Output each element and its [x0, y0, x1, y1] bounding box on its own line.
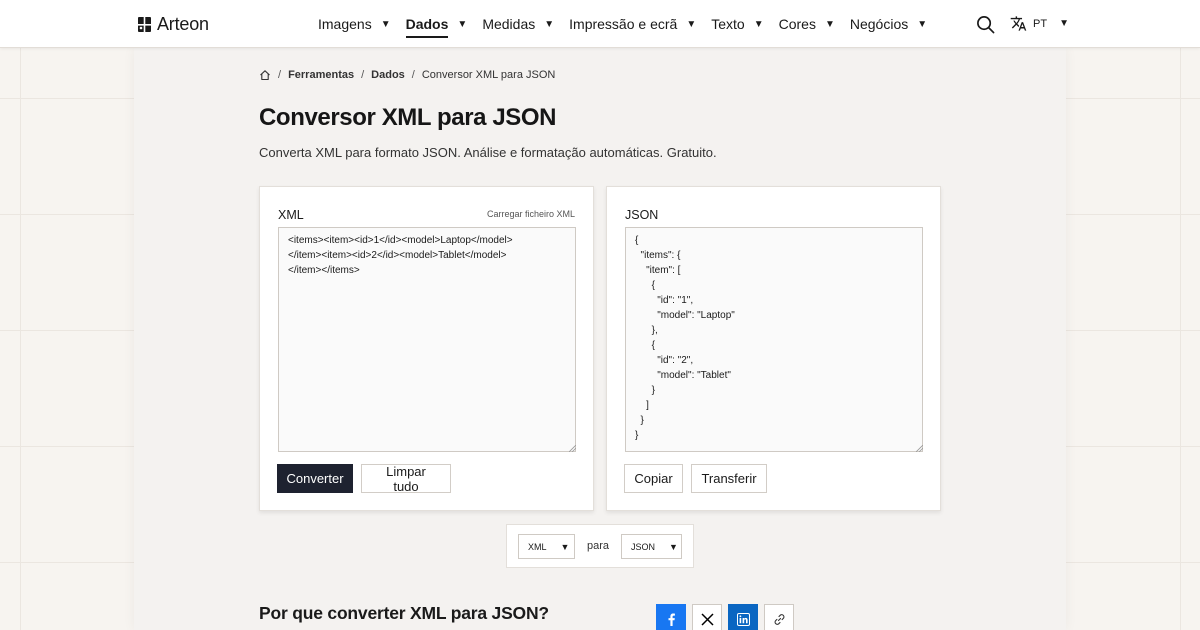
nav-item-negocios[interactable]: Negócios ▼	[850, 0, 927, 48]
nav-item-dados[interactable]: Dados ▼	[405, 0, 468, 48]
caret-down-icon: ▼	[457, 18, 468, 30]
main-nav: Imagens ▼ Dados ▼ Medidas ▼ Impressão e …	[318, 0, 942, 48]
caret-down-icon: ▼	[753, 18, 764, 30]
link-icon	[774, 613, 784, 625]
nav-item-label: Cores	[778, 16, 816, 32]
linkedin-icon	[736, 612, 750, 626]
json-output-label: JSON	[625, 208, 659, 222]
nav-item-label: Negócios	[849, 16, 909, 32]
xml-input-textarea[interactable]: <items><item><id>1</id><model>Laptop</mo…	[278, 227, 576, 452]
nav-item-texto[interactable]: Texto ▼	[711, 0, 763, 48]
format-selector: XML ▼ para JSON ▼	[506, 524, 694, 568]
breadcrumb: / Ferramentas / Dados / Conversor XML pa…	[259, 69, 555, 81]
caret-down-icon: ▼	[380, 18, 391, 30]
resize-handle-icon[interactable]	[569, 445, 576, 452]
breadcrumb-separator: /	[278, 69, 282, 81]
breadcrumb-separator: /	[361, 69, 365, 81]
nav-item-label: Imagens	[318, 16, 372, 32]
target-format-value: JSON	[631, 541, 656, 552]
nav-item-label: Texto	[711, 16, 745, 32]
format-connector-label: para	[587, 540, 610, 552]
copy-link-button[interactable]	[764, 604, 794, 630]
facebook-icon	[668, 613, 675, 626]
share-facebook-button[interactable]	[656, 604, 686, 630]
share-x-button[interactable]	[692, 604, 722, 630]
brand-logo-icon	[138, 17, 151, 32]
page-title: Conversor XML para JSON	[259, 104, 557, 131]
x-icon	[700, 612, 714, 626]
brand-logo[interactable]: Arteon	[137, 14, 209, 35]
caret-down-icon: ▼	[544, 18, 555, 30]
language-selector[interactable]: PT ▼	[1010, 15, 1069, 32]
copy-button[interactable]: Copiar	[624, 464, 683, 493]
section-title: Por que converter XML para JSON?	[259, 603, 549, 623]
search-icon[interactable]	[976, 15, 995, 34]
source-format-select[interactable]: XML ▼	[518, 534, 575, 559]
breadcrumb-item-dados[interactable]: Dados	[371, 69, 405, 81]
json-output-textarea[interactable]: { "items": { "item": [ { "id": "1", "mod…	[625, 227, 923, 452]
translate-icon	[1010, 16, 1027, 31]
brand-name: Arteon	[157, 14, 209, 34]
nav-item-medidas[interactable]: Medidas ▼	[482, 0, 554, 48]
nav-item-label: Dados	[405, 16, 449, 38]
nav-item-impressao[interactable]: Impressão e ecrã ▼	[569, 0, 696, 48]
clear-all-button[interactable]: Limpar tudo	[361, 464, 451, 494]
share-linkedin-button[interactable]	[728, 604, 758, 630]
top-navigation-bar: Arteon Imagens ▼ Dados ▼ Medidas ▼ Impre…	[0, 0, 1200, 48]
caret-down-icon: ▼	[686, 18, 697, 30]
caret-down-icon: ▼	[917, 18, 928, 30]
upload-xml-file-link[interactable]: Carregar ficheiro XML	[487, 209, 575, 219]
nav-item-cores[interactable]: Cores ▼	[779, 0, 835, 48]
resize-handle-icon[interactable]	[916, 445, 923, 452]
xml-input-label: XML	[278, 208, 304, 222]
nav-item-label: Impressão e ecrã	[569, 16, 678, 32]
json-output-card: JSON { "items": { "item": [ { "id": "1",…	[606, 186, 941, 511]
breadcrumb-item-current: Conversor XML para JSON	[421, 69, 556, 81]
convert-button[interactable]: Converter	[277, 464, 353, 493]
caret-down-icon: ▼	[560, 541, 570, 552]
nav-item-label: Medidas	[482, 16, 536, 32]
language-code: PT	[1033, 17, 1048, 30]
breadcrumb-separator: /	[411, 69, 415, 81]
caret-down-icon: ▼	[824, 18, 835, 30]
source-format-value: XML	[528, 541, 547, 552]
target-format-select[interactable]: JSON ▼	[621, 534, 682, 559]
caret-down-icon: ▼	[1059, 18, 1069, 29]
breadcrumb-item-ferramentas[interactable]: Ferramentas	[288, 69, 354, 81]
xml-input-card: XML Carregar ficheiro XML <items><item><…	[259, 186, 594, 511]
nav-item-imagens[interactable]: Imagens ▼	[318, 0, 391, 48]
home-icon[interactable]	[259, 69, 271, 81]
caret-down-icon: ▼	[669, 541, 678, 552]
download-button[interactable]: Transferir	[691, 464, 767, 493]
page-subtitle: Converta XML para formato JSON. Análise …	[259, 145, 717, 160]
